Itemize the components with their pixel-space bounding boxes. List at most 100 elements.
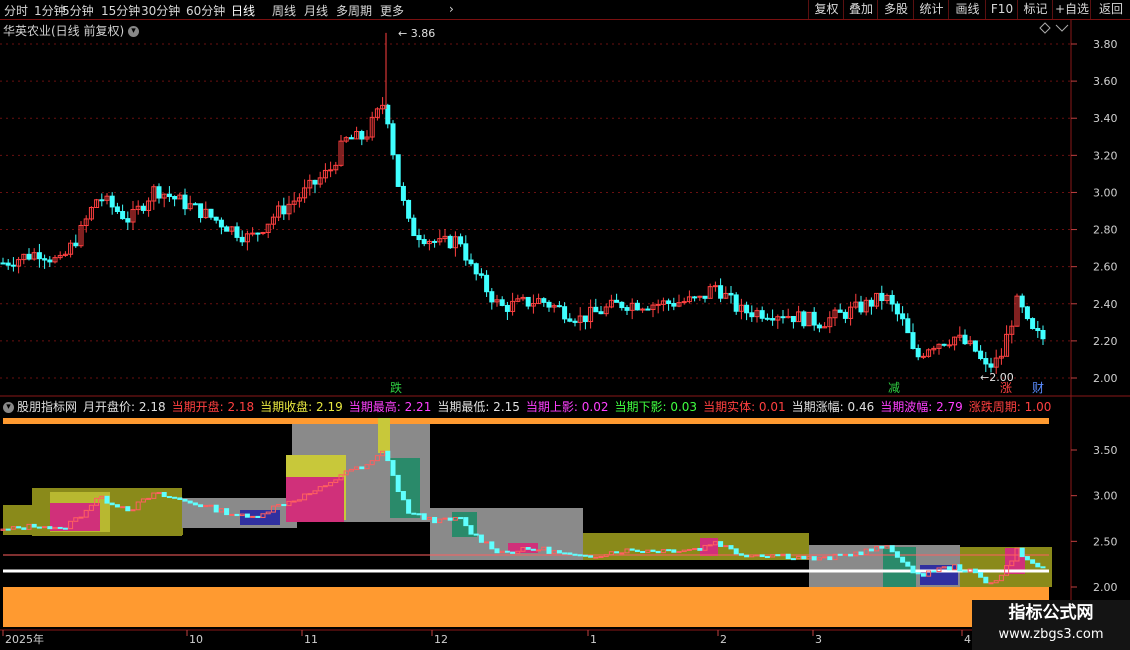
candle-body (910, 332, 916, 349)
ind-candle (161, 492, 167, 498)
ind-candle (593, 556, 599, 559)
ind-candle (229, 513, 235, 516)
candle-body (728, 292, 734, 296)
ind-candle (562, 552, 568, 555)
chevron-down-icon[interactable]: ▾ (128, 26, 140, 37)
ind-candle (458, 517, 464, 520)
ind-candle (166, 496, 172, 499)
ind-candle (905, 561, 911, 567)
ind-candle (822, 556, 828, 559)
candle-body (406, 199, 412, 219)
ind-candle (21, 527, 27, 530)
candle-body (759, 310, 765, 319)
ind-candle (234, 513, 240, 517)
ind-candle (224, 508, 230, 516)
ind-candle (915, 572, 921, 575)
ind-candle (182, 498, 188, 502)
ind-candle (619, 552, 625, 555)
ind-candle (1030, 559, 1036, 564)
candle-body (692, 296, 698, 299)
ind-candle (1040, 566, 1046, 569)
stock-chart: 3.80 3.60 3.40 3.20 3.00 2.80 2.60 2.40 2.20 2.00… (0, 20, 1130, 646)
stock-title-text: 华英农业(日线 前复权) (3, 24, 125, 38)
candle-body (26, 253, 32, 260)
candle-body (712, 285, 718, 288)
ind-candle (510, 551, 516, 554)
candle-body (0, 262, 6, 265)
candle-body (541, 298, 547, 303)
ind-candle (920, 573, 926, 577)
candle-body (655, 303, 661, 306)
ind-candle (588, 555, 594, 558)
candle-body (328, 169, 334, 172)
candle-body (1035, 327, 1041, 332)
ind-candle (489, 541, 495, 550)
ind-candle (177, 497, 183, 500)
indicator-name: 股朋指标网 (17, 400, 78, 414)
ind-candle (322, 485, 328, 488)
watermark-title: 指标公式网 (1008, 603, 1094, 623)
ind-candle (291, 500, 297, 503)
candle-body (125, 218, 131, 223)
ind-candle (900, 556, 906, 563)
period-inner-1 (286, 477, 344, 522)
price-tick-label: 2.20 (1093, 335, 1118, 348)
ind-candle (525, 547, 531, 550)
ind-candle (728, 545, 734, 550)
ind-candle (57, 526, 63, 529)
signal-tag-2: 涨 (1000, 380, 1012, 395)
ind-candle (416, 513, 422, 516)
ind-tick-label: 2.00 (1093, 581, 1118, 594)
candle-body (842, 311, 848, 319)
ind-candle (198, 504, 204, 508)
ind-candle (432, 516, 438, 524)
ind-candle (468, 525, 474, 535)
candle-body (811, 311, 817, 326)
ind-candle (1024, 556, 1030, 561)
ind-candle (733, 548, 739, 555)
ind-tick-label: 3.50 (1093, 444, 1118, 457)
ind-candle (910, 565, 916, 574)
ind-candle (36, 526, 42, 529)
price-tick-label: 3.80 (1093, 38, 1118, 51)
ind-candle (208, 504, 214, 507)
ind-candle (775, 554, 781, 557)
candle-body (744, 304, 750, 314)
candle-body (868, 299, 874, 307)
stock-title: 华英农业(日线 前复权) ▾ (3, 22, 140, 39)
candle-body (816, 324, 822, 329)
ind-candle (811, 556, 817, 561)
time-label-2: 11 (304, 633, 318, 646)
candle-body (218, 219, 224, 228)
candle-body (348, 137, 354, 140)
ind-candle (406, 499, 412, 514)
ind-candle (582, 554, 588, 557)
candle-body (156, 186, 162, 199)
candle-body (1019, 295, 1025, 308)
ind-candle (848, 553, 854, 557)
ind-candle (640, 550, 646, 553)
candle-body (900, 313, 906, 320)
ind-candle (983, 576, 989, 584)
candle-body (556, 305, 562, 308)
time-label-1: 10 (189, 633, 203, 646)
ind-candle (187, 500, 193, 504)
candle-body (447, 235, 453, 249)
candle-body (390, 123, 396, 156)
indicator-field-5: 当期上影: 0.02 (525, 400, 609, 414)
candle-body (702, 295, 708, 299)
ind-candle (536, 549, 542, 552)
candle-body (749, 312, 755, 318)
candle-body (1040, 330, 1046, 340)
indicator-field-7: 当期实体: 0.01 (703, 400, 786, 414)
ind-candle (47, 526, 53, 530)
price-tick-label: 2.80 (1093, 224, 1118, 237)
candle-body (1024, 306, 1030, 320)
indicator-menu-icon[interactable]: ▾ (3, 402, 14, 413)
ind-candle (764, 556, 770, 559)
ind-candle (868, 548, 874, 552)
ind-candle (78, 516, 84, 519)
candle-body (36, 252, 42, 260)
top-orange-bar (3, 418, 1049, 424)
ind-candle (385, 450, 391, 462)
